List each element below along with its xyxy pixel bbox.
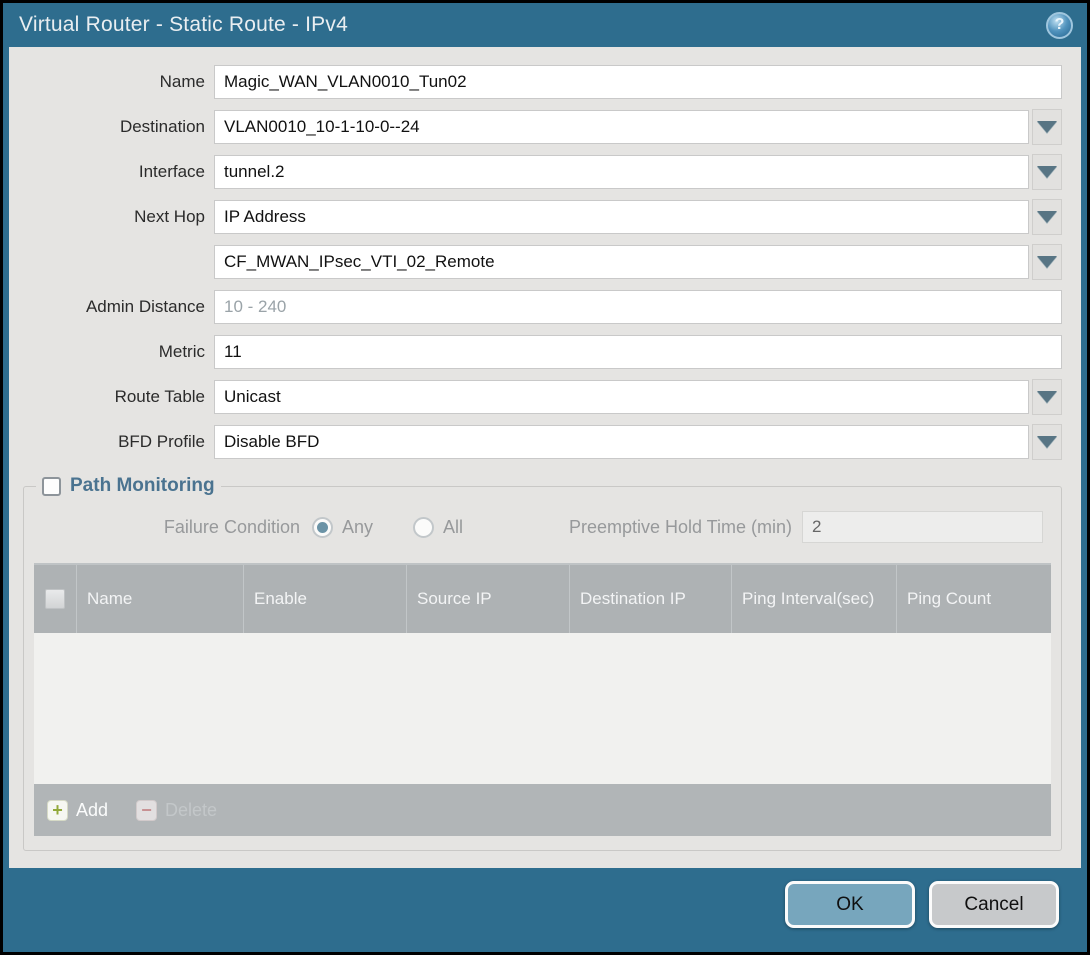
metric-input[interactable] xyxy=(214,335,1062,369)
chevron-down-icon xyxy=(1037,211,1057,223)
radio-selected-dot xyxy=(317,522,328,533)
chevron-down-icon xyxy=(1037,391,1057,403)
next-hop-row: Next Hop xyxy=(9,200,1062,234)
path-monitoring-section: Path Monitoring Failure Condition Any Al… xyxy=(23,475,1062,851)
next-hop-address-row xyxy=(9,245,1062,279)
static-route-dialog: Virtual Router - Static Route - IPv4 ? N… xyxy=(0,0,1090,955)
dialog-title: Virtual Router - Static Route - IPv4 xyxy=(19,13,1046,37)
column-header-source-ip[interactable]: Source IP xyxy=(406,565,569,633)
interface-label: Interface xyxy=(9,162,205,182)
admin-distance-input[interactable] xyxy=(214,290,1062,324)
failure-condition-any-label: Any xyxy=(342,517,373,538)
dialog-titlebar: Virtual Router - Static Route - IPv4 ? xyxy=(3,3,1087,47)
failure-condition-all-radio[interactable] xyxy=(413,517,434,538)
cancel-button[interactable]: Cancel xyxy=(929,881,1059,928)
route-table-label: Route Table xyxy=(9,387,205,407)
bfd-profile-dropdown-button[interactable] xyxy=(1032,424,1062,460)
table-action-bar: + Add − Delete xyxy=(34,784,1051,836)
name-label: Name xyxy=(9,72,205,92)
name-row: Name xyxy=(9,65,1062,99)
dialog-footer: OK Cancel xyxy=(3,868,1087,952)
ok-button[interactable]: OK xyxy=(785,881,915,928)
route-table-dropdown-button[interactable] xyxy=(1032,379,1062,415)
chevron-down-icon xyxy=(1037,166,1057,178)
route-table-input[interactable] xyxy=(214,380,1029,414)
destination-input[interactable] xyxy=(214,110,1029,144)
add-button[interactable]: + Add xyxy=(47,800,108,821)
failure-condition-row: Failure Condition Any All Preemptive Hol… xyxy=(34,509,1047,545)
path-monitoring-title: Path Monitoring xyxy=(70,475,215,497)
preemptive-hold-time-label: Preemptive Hold Time (min) xyxy=(569,517,792,538)
preemptive-hold-time-input xyxy=(802,511,1043,543)
column-header-ping-interval[interactable]: Ping Interval(sec) xyxy=(731,565,896,633)
interface-dropdown-button[interactable] xyxy=(1032,154,1062,190)
path-monitoring-legend: Path Monitoring xyxy=(36,475,221,497)
table-header-row: Name Enable Source IP Destination IP Pin… xyxy=(34,563,1051,633)
next-hop-type-input[interactable] xyxy=(214,200,1029,234)
route-table-row: Route Table xyxy=(9,380,1062,414)
delete-button-label: Delete xyxy=(165,800,217,821)
next-hop-address-input[interactable] xyxy=(214,245,1029,279)
plus-icon: + xyxy=(47,800,68,821)
bfd-profile-row: BFD Profile xyxy=(9,425,1062,459)
admin-distance-row: Admin Distance xyxy=(9,290,1062,324)
metric-label: Metric xyxy=(9,342,205,362)
failure-condition-all-label: All xyxy=(443,517,463,538)
add-button-label: Add xyxy=(76,800,108,821)
path-monitoring-table: Name Enable Source IP Destination IP Pin… xyxy=(34,563,1051,836)
destination-row: Destination xyxy=(9,110,1062,144)
next-hop-address-dropdown-button[interactable] xyxy=(1032,244,1062,280)
interface-row: Interface xyxy=(9,155,1062,189)
dialog-body: Name Destination Interface Next Hop Admi… xyxy=(9,47,1081,868)
help-icon[interactable]: ? xyxy=(1046,12,1073,39)
destination-dropdown-button[interactable] xyxy=(1032,109,1062,145)
column-header-name[interactable]: Name xyxy=(76,565,243,633)
interface-input[interactable] xyxy=(214,155,1029,189)
name-input[interactable] xyxy=(214,65,1062,99)
minus-icon: − xyxy=(136,800,157,821)
bfd-profile-label: BFD Profile xyxy=(9,432,205,452)
metric-row: Metric xyxy=(9,335,1062,369)
column-header-destination-ip[interactable]: Destination IP xyxy=(569,565,731,633)
chevron-down-icon xyxy=(1037,436,1057,448)
table-body-empty xyxy=(34,633,1051,784)
select-all-checkbox[interactable] xyxy=(45,589,65,609)
next-hop-type-dropdown-button[interactable] xyxy=(1032,199,1062,235)
column-header-ping-count[interactable]: Ping Count xyxy=(896,565,1051,633)
failure-condition-label: Failure Condition xyxy=(34,517,300,538)
bfd-profile-input[interactable] xyxy=(214,425,1029,459)
failure-condition-any-radio[interactable] xyxy=(312,517,333,538)
next-hop-label: Next Hop xyxy=(9,207,205,227)
admin-distance-label: Admin Distance xyxy=(9,297,205,317)
destination-label: Destination xyxy=(9,117,205,137)
delete-button[interactable]: − Delete xyxy=(136,800,217,821)
table-header-select-cell xyxy=(34,565,76,633)
chevron-down-icon xyxy=(1037,256,1057,268)
path-monitoring-checkbox[interactable] xyxy=(42,477,61,496)
chevron-down-icon xyxy=(1037,121,1057,133)
column-header-enable[interactable]: Enable xyxy=(243,565,406,633)
